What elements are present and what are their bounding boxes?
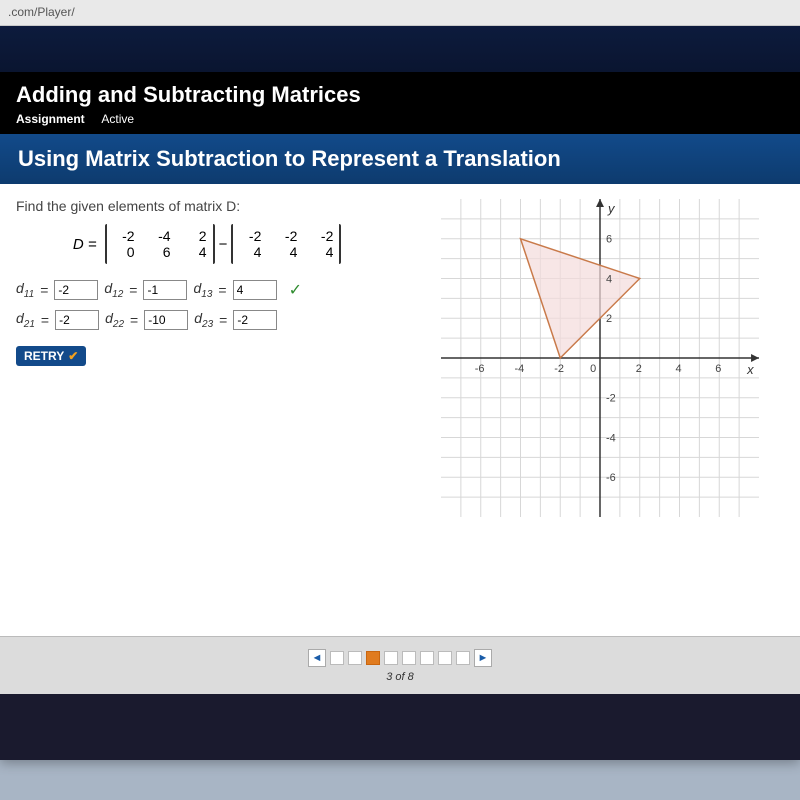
check-icon: ✓ — [289, 280, 302, 300]
pager-page-7[interactable] — [438, 651, 452, 665]
svg-text:-6: -6 — [475, 363, 485, 375]
svg-text:2: 2 — [636, 363, 642, 375]
lesson-header: Adding and Subtracting Matrices Assignme… — [0, 72, 800, 134]
retry-check-icon: ✔ — [68, 349, 78, 363]
pager-next-button[interactable]: ► — [474, 649, 492, 667]
window-chrome-divider — [0, 26, 800, 72]
pager-page-1[interactable] — [330, 651, 344, 665]
matrix-a: -2 -4 2 0 6 4 — [105, 224, 215, 264]
svg-text:2: 2 — [606, 313, 612, 325]
svg-text:-2: -2 — [606, 393, 616, 405]
pager-page-4[interactable] — [384, 651, 398, 665]
y-axis-label: y — [607, 201, 616, 216]
input-d21[interactable] — [55, 310, 99, 330]
input-d22[interactable] — [144, 310, 188, 330]
input-d23[interactable] — [233, 310, 277, 330]
svg-text:6: 6 — [606, 234, 612, 246]
svg-text:-4: -4 — [515, 363, 525, 375]
input-d11[interactable] — [54, 280, 98, 300]
content-area: Find the given elements of matrix D: D =… — [0, 184, 800, 694]
pager-prev-button[interactable]: ◄ — [308, 649, 326, 667]
matrix-label: D = — [73, 236, 97, 253]
minus-sign: − — [219, 236, 228, 253]
pager-page-5[interactable] — [402, 651, 416, 665]
matrix-b: -2 -2 -2 4 4 4 — [231, 224, 341, 264]
retry-button[interactable]: RETRY ✔ — [16, 346, 86, 366]
coordinate-graph: y x 6 4 2 -2 -4 -6 -6 -4 -2 0 2 4 6 — [440, 198, 760, 518]
lesson-title: Adding and Subtracting Matrices — [16, 82, 784, 108]
svg-text:4: 4 — [676, 363, 682, 375]
svg-text:-2: -2 — [554, 363, 564, 375]
question-prompt: Find the given elements of matrix D: — [16, 198, 402, 214]
pager-page-8[interactable] — [456, 651, 470, 665]
matrix-equation: D = -2 -4 2 0 6 4 − -2 — [16, 224, 402, 264]
svg-text:0: 0 — [590, 363, 596, 375]
pager-page-2[interactable] — [348, 651, 362, 665]
url-bar[interactable]: .com/Player/ — [0, 0, 800, 26]
lesson-subtitle-assignment: Assignment — [16, 112, 85, 126]
svg-text:-4: -4 — [606, 432, 616, 444]
answers-block: d11 = d12 = d13 = ✓ d21 = d22 = — [16, 280, 402, 330]
svg-text:-6: -6 — [606, 472, 616, 484]
pager-page-6[interactable] — [420, 651, 434, 665]
answers-row-2: d21 = d22 = d23 = — [16, 310, 402, 330]
lesson-subtitle-status: Active — [101, 112, 134, 126]
pager-page-3[interactable] — [366, 651, 380, 665]
input-d13[interactable] — [233, 280, 277, 300]
pager-footer: ◄ ► 3 of 8 — [0, 636, 800, 694]
answers-row-1: d11 = d12 = d13 = ✓ — [16, 280, 402, 300]
section-title: Using Matrix Subtraction to Represent a … — [0, 134, 800, 184]
x-axis-label: x — [746, 362, 754, 377]
svg-text:6: 6 — [715, 363, 721, 375]
svg-text:4: 4 — [606, 273, 612, 285]
pager-label: 3 of 8 — [386, 671, 414, 683]
input-d12[interactable] — [143, 280, 187, 300]
